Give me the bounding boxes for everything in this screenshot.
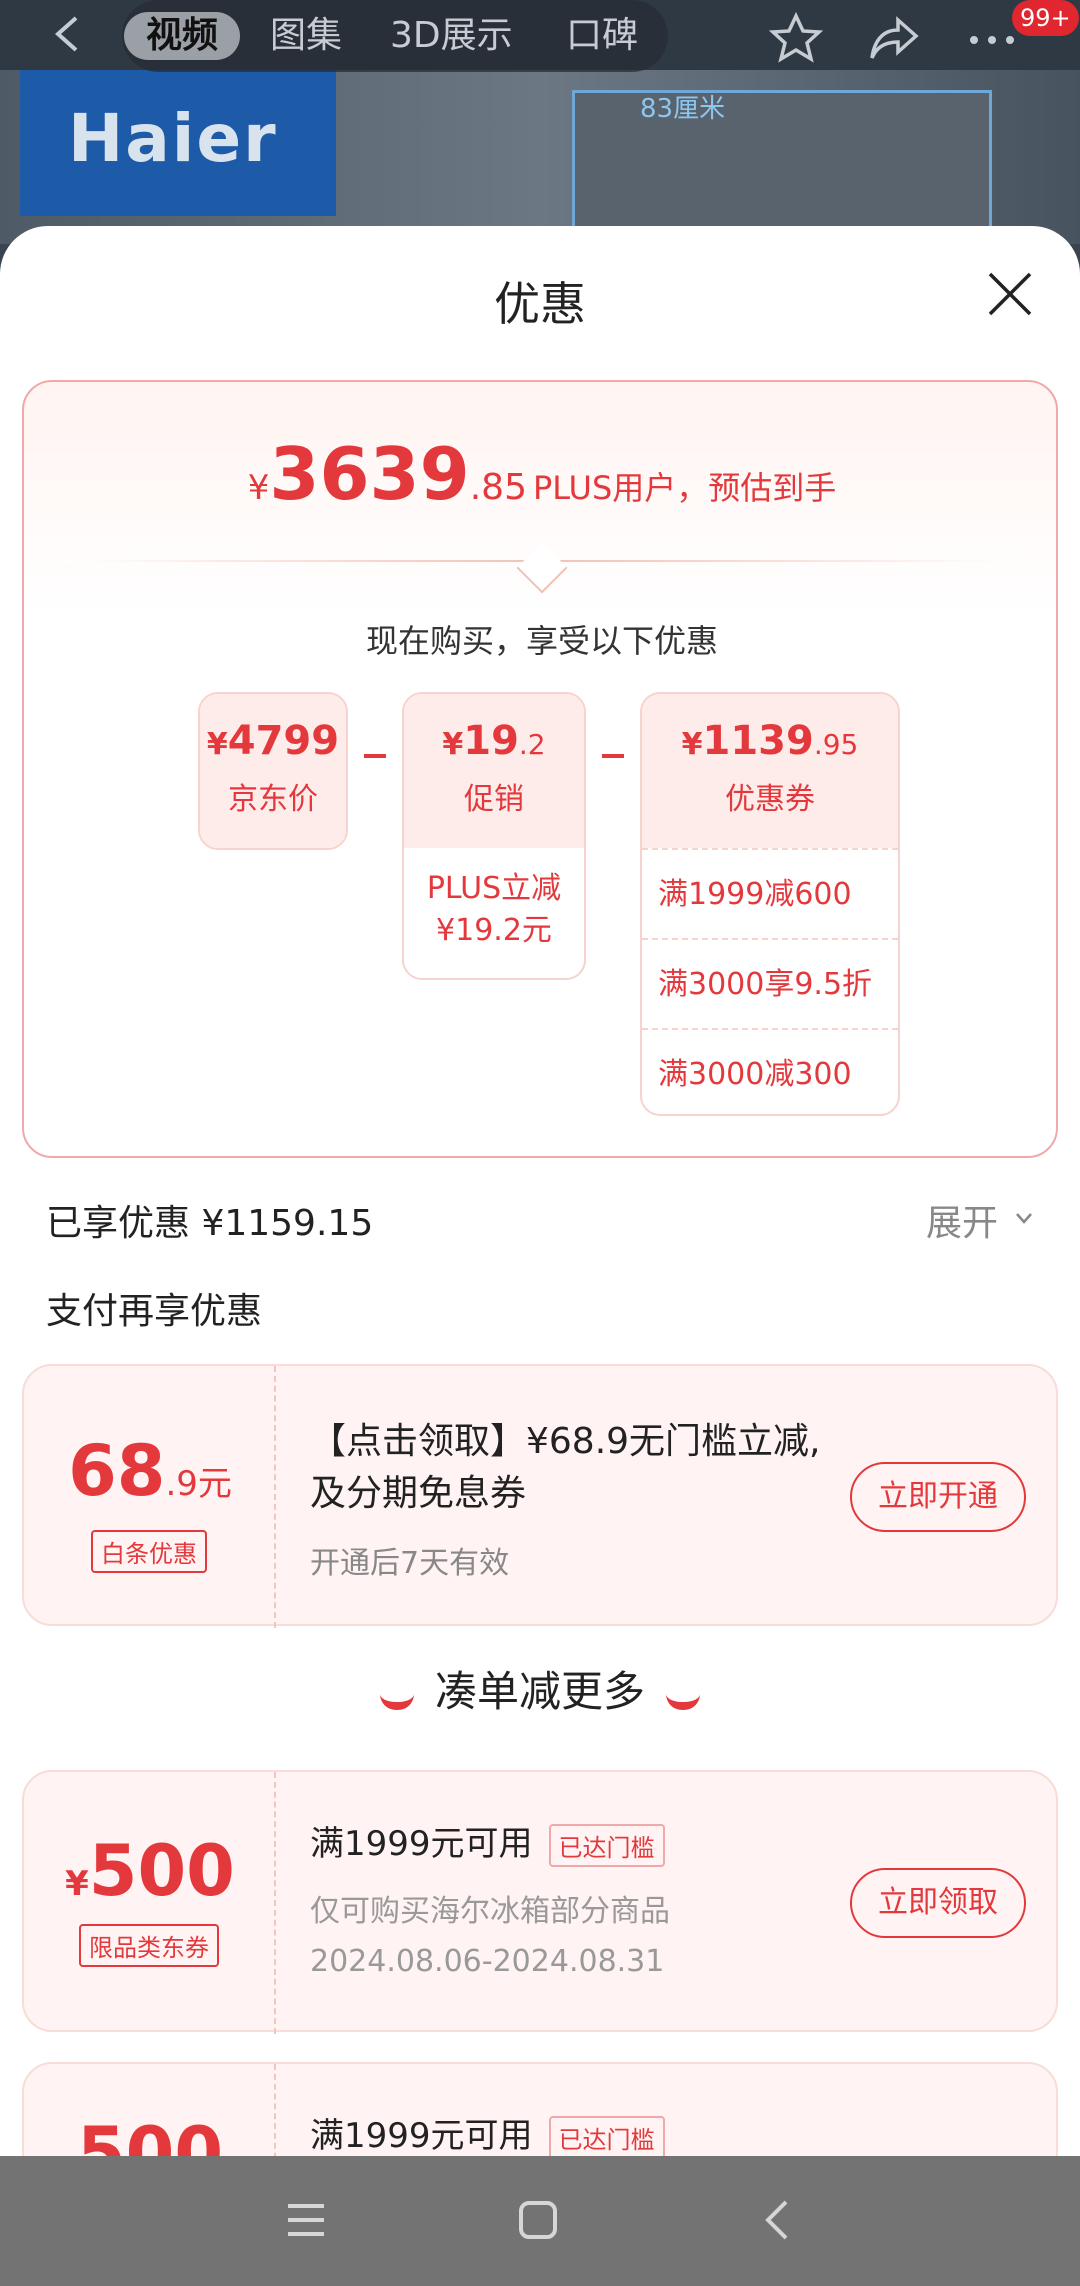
coupon-condition: 满1999元可用 已达门槛 [310, 2108, 665, 2156]
discount-subtitle: 现在购买，享受以下优惠 [365, 622, 718, 660]
home-icon[interactable] [518, 2200, 558, 2240]
tab-3d[interactable]: 3D展示 [390, 12, 513, 60]
tab-gallery[interactable]: 图集 [270, 12, 342, 60]
tab-video[interactable]: 视频 [124, 12, 241, 60]
star-icon[interactable] [768, 12, 824, 64]
discount-sheet: 优惠 ¥3639.85 PLUS用户，预估到手 现在购买，享受以下优惠 ¥4799… [0, 226, 1080, 2156]
coupon-box: ¥1139.95 优惠券 满1999减600 满3000享9.5折 满3000减… [640, 692, 900, 1116]
media-tabs: 视频 图集 3D展示 口碑 [122, 0, 668, 72]
chevron-down-icon[interactable] [1014, 1208, 1034, 1228]
price-summary-card: ¥3639.85 PLUS用户，预估到手 现在购买，享受以下优惠 ¥4799 京东… [22, 380, 1058, 1158]
coupon-value: 68.9元 [68, 1430, 232, 1512]
claim-button[interactable]: 立即领取 [850, 1868, 1026, 1938]
expand-button[interactable]: 展开 [926, 1194, 998, 1246]
coupon-value: 500 [76, 2112, 224, 2156]
sheet-title: 优惠 [494, 277, 586, 331]
estimated-price: ¥3639.85 PLUS用户，预估到手 [247, 432, 837, 516]
threshold-reached-badge: 已达门槛 [548, 2116, 665, 2156]
notification-badge: 99+ [1012, 0, 1079, 36]
coupon-scope: 仅可购买海尔冰箱部分商品 [310, 1894, 670, 1929]
minus-sign [364, 754, 386, 758]
fridge-image [572, 90, 992, 230]
coupon-condition: 满1999元可用 已达门槛 [310, 1816, 665, 1867]
product-hero-image: Haier 83厘米 [0, 64, 1080, 244]
coupon-description: 【点击领取】¥68.9无门槛立减,及分期免息券 [310, 1421, 821, 1514]
top-bar: 视频 图集 3D展示 口碑 99+ [0, 0, 1080, 72]
promo-box: ¥19.2 促销 PLUS立减 ¥19.2元 [402, 692, 586, 980]
coupon-tag: 限品类东券 [79, 1924, 219, 1967]
coupon-row: 满3000减300 [642, 1028, 898, 1114]
coupon-card: 500 满1999元可用 已达门槛 [22, 2062, 1058, 2156]
minus-sign [602, 754, 624, 758]
payment-discount-title: 支付再享优惠 [46, 1291, 263, 1332]
back-icon[interactable] [758, 2200, 798, 2240]
coupon-validity: 开通后7天有效 [310, 1546, 510, 1581]
baitiao-coupon-card: 68.9元 白条优惠 【点击领取】¥68.9无门槛立减,及分期免息券 开通后7天… [22, 1364, 1058, 1628]
coupon-value: ¥500 [65, 1830, 235, 1912]
tab-reviews[interactable]: 口碑 [566, 12, 638, 60]
system-nav-bar [0, 2156, 1080, 2286]
jd-price-box: ¥4799 京东价 [198, 692, 348, 850]
haier-logo: Haier [20, 64, 336, 216]
plus-discount-detail: PLUS立减 ¥19.2元 [426, 871, 562, 948]
coupon-tag: 白条优惠 [91, 1530, 207, 1573]
enjoyed-discount: 已享优惠 ¥1159.15 [46, 1203, 374, 1244]
coupon-row: 满1999减600 [642, 848, 898, 938]
menu-icon[interactable] [286, 2200, 326, 2240]
share-icon[interactable] [866, 12, 922, 64]
close-icon[interactable] [986, 270, 1034, 318]
back-arrow-icon[interactable] [48, 12, 88, 56]
coupon-date: 2024.08.06-2024.08.31 [310, 1944, 665, 1979]
fridge-size-label: 83厘米 [640, 94, 726, 124]
threshold-reached-badge: 已达门槛 [548, 1824, 665, 1867]
coupon-card: ¥500 限品类东券 满1999元可用 已达门槛 仅可购买海尔冰箱部分商品 202… [22, 1770, 1058, 2034]
divider-notch [516, 542, 568, 594]
coupon-row: 满3000享9.5折 [642, 938, 898, 1028]
more-discounts-title: 凑单减更多 [434, 1667, 645, 1716]
activate-button[interactable]: 立即开通 [850, 1462, 1026, 1532]
